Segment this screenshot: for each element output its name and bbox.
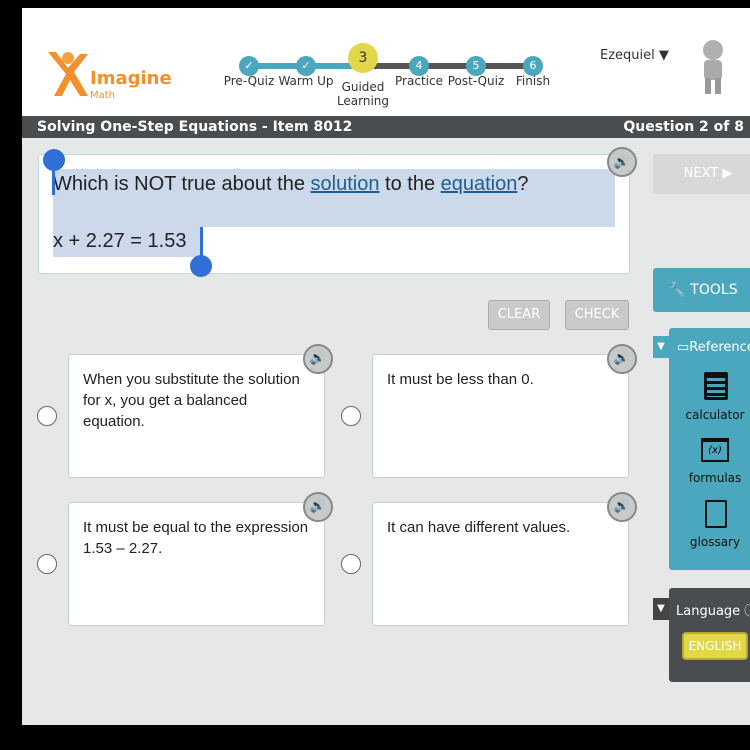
clear-button[interactable]: CLEAR (488, 300, 550, 330)
speaker-icon[interactable]: 🔊 (607, 147, 637, 177)
reference-toggle[interactable]: ▼ (653, 336, 669, 358)
equation: x + 2.27 = 1.53 (53, 230, 187, 252)
glossary-icon[interactable] (705, 500, 727, 528)
step-pre-quiz[interactable]: ✓ (239, 56, 259, 76)
answer-card[interactable]: When you substitute the solution for x, … (68, 354, 325, 478)
title-bar: Solving One-Step Equations - Item 8012 Q… (22, 116, 750, 138)
answer-radio[interactable] (37, 406, 57, 426)
question-progress: Question 2 of 8 (623, 119, 744, 135)
reference-panel: ▭Reference calculator (x) formulas gloss… (669, 328, 750, 570)
formulas-label[interactable]: formulas (675, 471, 750, 485)
step-guided-learning[interactable]: 3 (348, 43, 378, 73)
answer-radio[interactable] (341, 554, 361, 574)
link-solution[interactable]: solution (311, 173, 380, 195)
next-button[interactable]: NEXT ▶ (653, 154, 750, 194)
step-label: Finish (515, 74, 551, 88)
question-card: Which is NOT true about the solution to … (38, 147, 637, 277)
user-name: Ezequiel (600, 48, 655, 63)
answer-card[interactable]: It can have different values. (372, 502, 629, 626)
selection-handle-end[interactable] (190, 255, 212, 277)
avatar[interactable] (696, 38, 730, 96)
answer-text: It must be less than 0. (387, 371, 534, 388)
language-title: Language (676, 604, 741, 619)
english-button[interactable]: ENGLISH (682, 632, 748, 660)
lesson-title: Solving One-Step Equations - Item 8012 (37, 119, 353, 135)
logo: Imagine Math (46, 50, 172, 110)
check-button[interactable]: CHECK (565, 300, 629, 330)
link-equation[interactable]: equation (441, 173, 518, 195)
answer-text: When you substitute the solution for x, … (83, 371, 300, 430)
wrench-icon: 🔧 (668, 282, 686, 298)
calculator-label[interactable]: calculator (675, 408, 750, 422)
info-icon[interactable]: ⓘ (744, 604, 750, 619)
dropdown-icon: ▼ (658, 48, 669, 63)
header: Imagine Math ✓ ✓ 3 4 5 6 Pre-Quiz Warm U… (22, 8, 750, 116)
answer-text: It can have different values. (387, 519, 571, 536)
logo-name: Imagine (90, 68, 172, 89)
question-text: Which is NOT true about the solution to … (53, 173, 529, 195)
logo-sub: Math (90, 90, 116, 101)
language-toggle[interactable]: ▼ (653, 598, 669, 620)
speaker-icon[interactable]: 🔊 (303, 492, 333, 522)
answer-radio[interactable] (37, 554, 57, 574)
step-practice[interactable]: 4 (409, 56, 429, 76)
glossary-label[interactable]: glossary (675, 535, 750, 549)
answer-card[interactable]: It must be equal to the expression 1.53 … (68, 502, 325, 626)
answer-radio[interactable] (341, 406, 361, 426)
speaker-icon[interactable]: 🔊 (303, 344, 333, 374)
answer-text: It must be equal to the expression 1.53 … (83, 519, 309, 557)
speaker-icon[interactable]: 🔊 (607, 344, 637, 374)
tools-button[interactable]: 🔧 TOOLS (653, 268, 750, 312)
reference-icon: ▭ (677, 340, 690, 355)
step-finish[interactable]: 6 (523, 56, 543, 76)
formulas-icon[interactable]: (x) (701, 438, 729, 462)
step-post-quiz[interactable]: 5 (466, 56, 486, 76)
tools-label: TOOLS (690, 282, 738, 298)
user-menu[interactable]: Ezequiel ▼ (600, 48, 669, 63)
reference-title: Reference (689, 340, 750, 355)
step-warm-up[interactable]: ✓ (296, 56, 316, 76)
logo-icon (48, 52, 88, 96)
calculator-icon[interactable] (704, 372, 728, 400)
speaker-icon[interactable]: 🔊 (607, 492, 637, 522)
language-panel: Language ⓘ ENGLISH (669, 588, 750, 682)
content-area: Which is NOT true about the solution to … (22, 138, 750, 725)
answer-card[interactable]: It must be less than 0. (372, 354, 629, 478)
